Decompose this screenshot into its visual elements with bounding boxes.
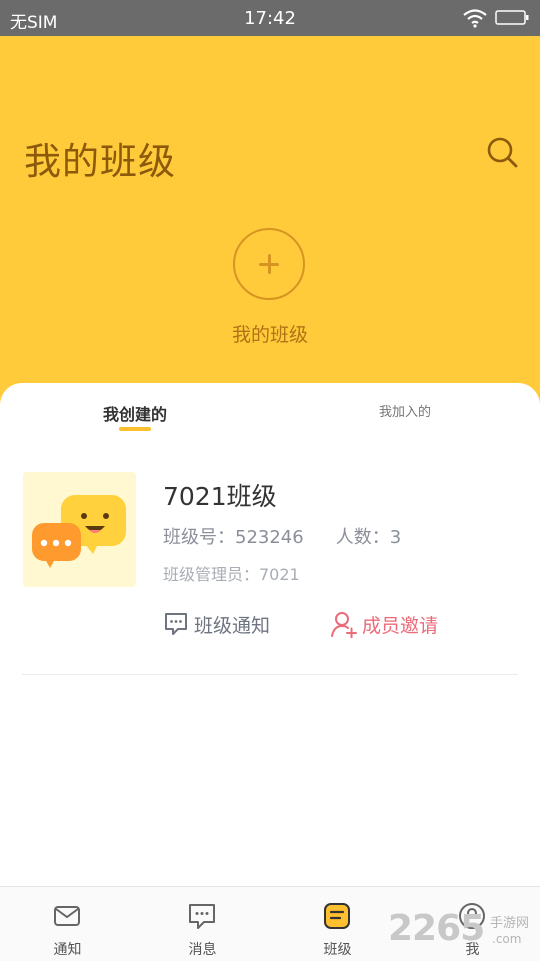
nav-label-class: 班级 (323, 942, 352, 958)
member-count: 人数：3 (335, 527, 402, 548)
nav-item-messages[interactable]: 消息 (135, 887, 270, 961)
class-meta: 班级号：523246 人数：3 (163, 523, 401, 549)
nav-label-messages: 消息 (188, 942, 217, 958)
wifi-icon (463, 9, 487, 28)
class-admin: 班级管理员：7021 (163, 565, 300, 584)
search-icon[interactable] (484, 134, 520, 170)
watermark-brand: 2265 (388, 908, 485, 949)
invite-member-button[interactable]: 成员邀请 (330, 609, 438, 639)
class-name[interactable]: 7021班级 (163, 477, 277, 513)
nav-label-notice: 通知 (53, 942, 82, 958)
clock: 17:42 (244, 8, 296, 29)
tab-indicator (119, 427, 151, 431)
chat-icon (189, 904, 215, 929)
watermark-domain: .com (492, 932, 522, 946)
page-title: 我的班级 (24, 140, 176, 183)
content-sheet: 我创建的 我加入的 7021班级 班级号：523246 人数：3 班级管理员：70… (0, 383, 540, 886)
class-notice-button[interactable]: 班级通知 (163, 609, 270, 639)
add-class-button[interactable] (233, 228, 305, 300)
chat-bubbles-icon (32, 495, 126, 568)
add-user-icon (331, 612, 357, 638)
class-number: 班级号：523246 (163, 527, 304, 548)
battery-icon (495, 10, 529, 25)
status-bar: 无SIM 17:42 (0, 0, 540, 36)
nav-item-notice[interactable]: 通知 (0, 887, 135, 961)
mail-icon (54, 906, 80, 926)
class-icon (324, 903, 350, 929)
comment-icon (165, 613, 187, 635)
tab-joined[interactable]: 我加入的 (305, 401, 505, 420)
invite-member-label: 成员邀请 (362, 614, 439, 637)
class-avatar[interactable] (23, 472, 136, 587)
header: 我的班级 我的班级 (0, 36, 540, 406)
divider (22, 674, 518, 675)
class-notice-label: 班级通知 (194, 614, 271, 637)
add-class-label: 我的班级 (231, 324, 308, 346)
watermark-site: 手游网 (490, 916, 530, 931)
tab-created[interactable]: 我创建的 (35, 401, 235, 425)
nav-item-class[interactable]: 班级 (270, 887, 405, 961)
